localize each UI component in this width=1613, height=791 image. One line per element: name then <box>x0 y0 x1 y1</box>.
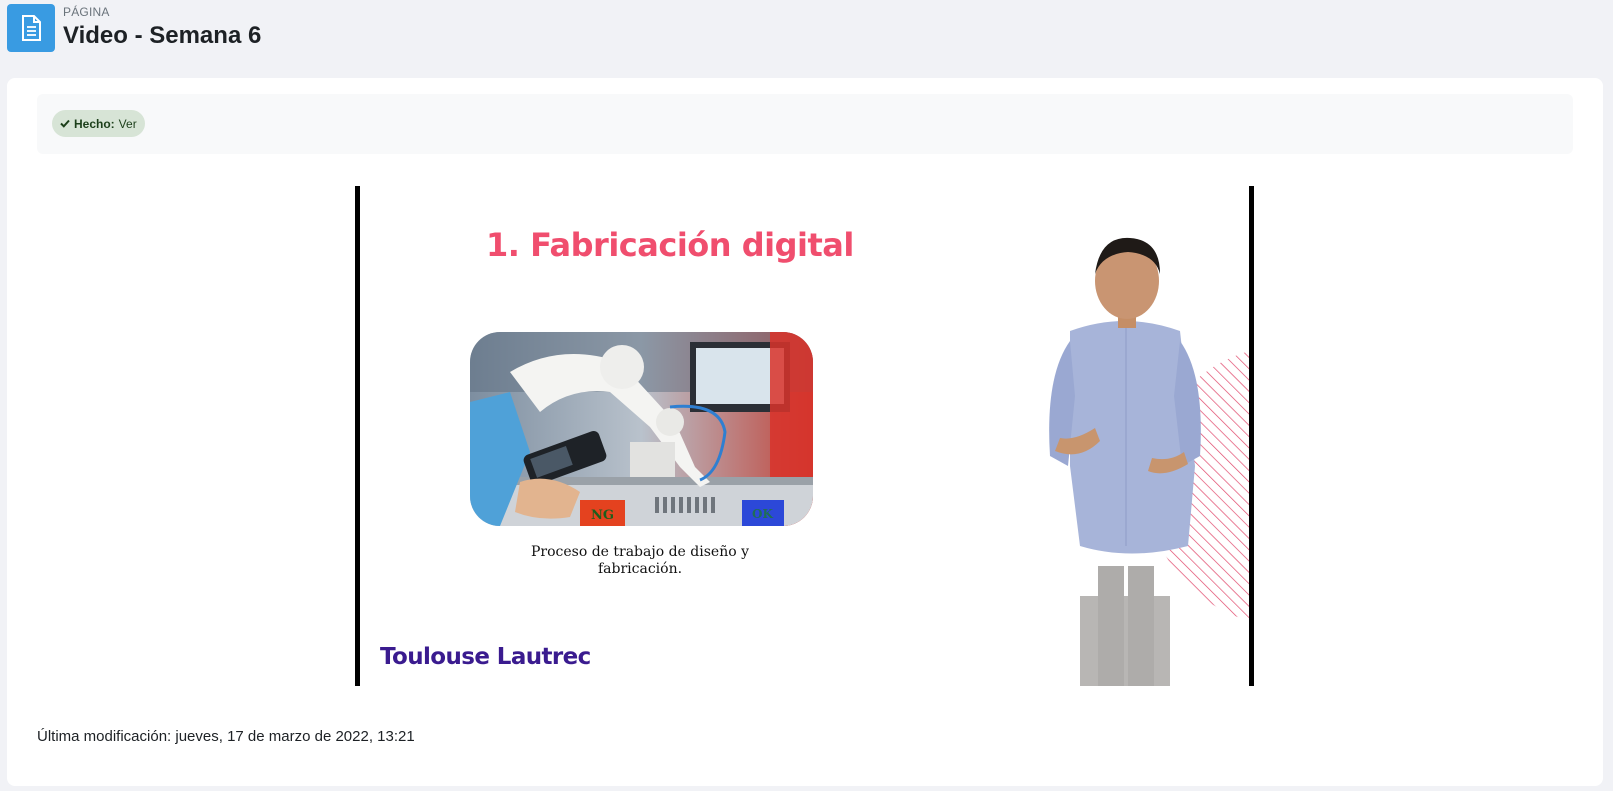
activity-information: Hecho: Ver <box>37 94 1573 154</box>
page-title: Video - Semana 6 <box>63 22 262 49</box>
page-document-icon <box>7 4 55 52</box>
completion-status-badge: Hecho: Ver <box>52 110 145 137</box>
check-icon <box>60 119 70 128</box>
page-header: PÁGINA Video - Semana 6 <box>7 4 261 52</box>
slide-caption-line-2: fabricación. <box>597 561 683 577</box>
presenter-figure <box>960 216 1249 686</box>
page-kicker: PÁGINA <box>63 5 110 19</box>
slide-caption-line-1: Proceso de trabajo de diseño y <box>530 544 750 560</box>
video-player[interactable]: 1. Fabricación digital NG OK Proceso de … <box>355 186 1254 686</box>
completion-label: Hecho: <box>74 116 115 131</box>
completion-value: Ver <box>118 116 137 131</box>
robot-arm-image: NG OK <box>470 332 813 526</box>
bin-left-label: NG <box>591 508 614 523</box>
slide-brand-logo: Toulouse Lautrec <box>380 644 591 670</box>
last-modified-date: Última modificación: jueves, 17 de marzo… <box>37 728 415 745</box>
slide-title: 1. Fabricación digital <box>486 226 854 264</box>
bin-right-label: OK <box>752 507 773 521</box>
main-content-card: Hecho: Ver 1. Fabricación digital NG OK … <box>7 78 1603 786</box>
slide-caption: Proceso de trabajo de diseño y fabricaci… <box>520 544 760 578</box>
